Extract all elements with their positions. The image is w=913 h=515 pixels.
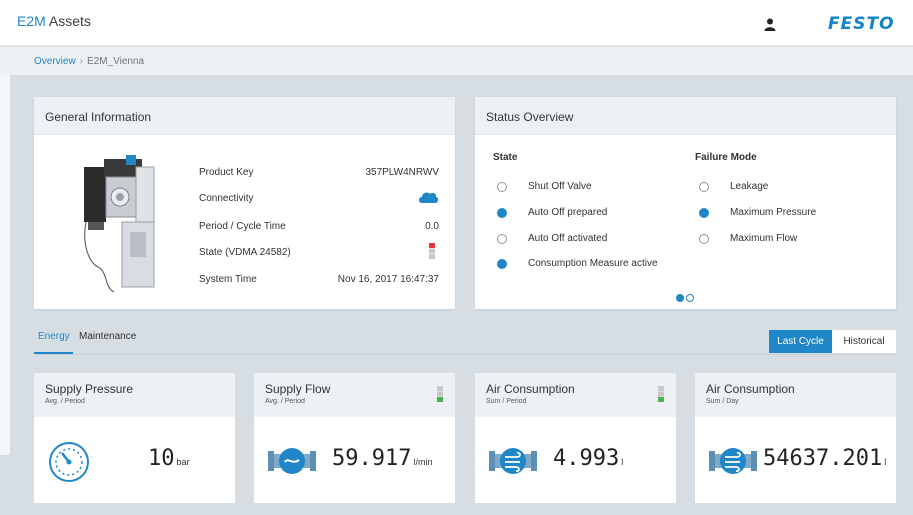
metric-card-air-consumption-period: Air Consumption Sum / Period 4.993 l: [475, 373, 676, 503]
metric-unit: l/min: [413, 457, 433, 467]
metric-title: Supply Flow: [265, 382, 331, 396]
pager-dot-inactive: [686, 294, 694, 302]
period-cycle-label: Period / Cycle Time: [199, 221, 286, 232]
metric-value-row: 59.917 l/min: [332, 446, 433, 471]
failure-item-label: Leakage: [730, 181, 769, 192]
metric-value: 10: [148, 446, 175, 471]
app-title[interactable]: E2M Assets: [17, 13, 91, 29]
status-dot-icon: [497, 208, 507, 218]
system-time-label: System Time: [199, 274, 257, 285]
metric-subtitle: Sum / Period: [486, 398, 527, 405]
metric-card-air-consumption-day: Air Consumption Sum / Day 54637.201 l: [695, 373, 896, 503]
metric-header: Air Consumption Sum / Period: [475, 373, 676, 417]
status-dot-icon: [497, 259, 507, 269]
status-overview-title: Status Overview: [475, 97, 896, 135]
festo-logo: FESTO: [828, 14, 895, 34]
metric-value-row: 10 bar: [148, 446, 190, 471]
metric-unit: l: [884, 457, 887, 467]
metric-title: Air Consumption: [486, 382, 575, 396]
status-dot-icon: [699, 234, 709, 244]
status-dot-icon: [497, 182, 507, 192]
traffic-light-icon: [437, 386, 443, 402]
connectivity-label: Connectivity: [199, 193, 254, 204]
status-dot-icon: [699, 182, 709, 192]
metric-header: Supply Flow Avg. / Period: [254, 373, 455, 417]
metric-value-row: 4.993 l: [553, 446, 623, 471]
metric-subtitle: Avg. / Period: [45, 398, 85, 405]
failure-item-label: Maximum Pressure: [730, 207, 817, 218]
metric-card-supply-flow: Supply Flow Avg. / Period 59.917 l/min: [254, 373, 455, 503]
status-dot-icon: [699, 208, 709, 218]
tab-energy[interactable]: Energy: [38, 331, 70, 342]
state-indicator-icon: [429, 243, 435, 259]
metric-value: 59.917: [332, 446, 412, 471]
status-overview-card: Status Overview State Failure Mode Shut …: [475, 97, 896, 309]
state-label: State (VDMA 24582): [199, 247, 291, 258]
cloud-icon: [419, 192, 439, 203]
status-dot-icon: [497, 234, 507, 244]
device-image: [84, 155, 155, 293]
air-consumption-icon: [709, 448, 757, 474]
carousel-pager[interactable]: [675, 293, 697, 303]
breadcrumb-current: E2M_Vienna: [87, 56, 145, 67]
user-icon[interactable]: [764, 18, 776, 31]
breadcrumb: Overview › E2M_Vienna: [34, 56, 144, 67]
metric-unit: l: [621, 457, 624, 467]
metric-value: 4.993: [553, 446, 620, 471]
failure-item-label: Maximum Flow: [730, 233, 798, 244]
system-time-value: Nov 16, 2017 16:47:37: [337, 274, 439, 285]
state-column-title: State: [493, 152, 518, 163]
app-brand-suffix: Assets: [45, 13, 91, 29]
metric-subtitle: Avg. / Period: [265, 398, 305, 405]
breadcrumb-bar: Overview › E2M_Vienna: [0, 47, 913, 75]
period-cycle-value: 0.0: [425, 221, 439, 232]
metric-value-row: 54637.201 l: [763, 446, 886, 471]
tab-divider: [34, 354, 896, 355]
metric-header: Air Consumption Sum / Day: [695, 373, 896, 417]
breadcrumb-overview-link[interactable]: Overview: [34, 56, 76, 67]
metric-header: Supply Pressure Avg. / Period: [34, 373, 235, 417]
metric-subtitle: Sum / Day: [706, 398, 739, 405]
metric-title: Supply Pressure: [45, 382, 134, 396]
general-information-card: General Information Product Key 357PLW4N…: [34, 97, 455, 309]
metric-value: 54637.201: [763, 446, 883, 471]
state-item-label: Auto Off activated: [528, 233, 608, 244]
flow-icon: [268, 448, 316, 474]
product-key-value: 357PLW4NRWV: [365, 167, 439, 178]
state-item-label: Consumption Measure active: [528, 258, 658, 269]
metric-unit: bar: [176, 457, 190, 467]
product-key-label: Product Key: [199, 167, 254, 178]
state-item-label: Shut Off Valve: [528, 181, 592, 192]
general-information-title: General Information: [34, 97, 455, 135]
air-consumption-icon: [489, 448, 537, 474]
breadcrumb-separator: ›: [79, 56, 84, 67]
pager-dot-active: [676, 294, 684, 302]
last-cycle-button[interactable]: Last Cycle: [769, 330, 832, 353]
historical-button[interactable]: Historical: [832, 330, 896, 353]
top-header: E2M Assets FESTO: [0, 0, 913, 46]
tab-maintenance[interactable]: Maintenance: [79, 331, 136, 342]
failure-mode-column-title: Failure Mode: [695, 152, 757, 163]
state-item-label: Auto Off prepared: [528, 207, 608, 218]
metric-card-supply-pressure: Supply Pressure Avg. / Period 10 bar: [34, 373, 235, 503]
app-brand-prefix: E2M: [17, 13, 46, 29]
traffic-light-icon: [658, 386, 664, 402]
left-edge-strip: [0, 75, 10, 455]
metric-title: Air Consumption: [706, 382, 795, 396]
gauge-icon: [49, 442, 89, 482]
